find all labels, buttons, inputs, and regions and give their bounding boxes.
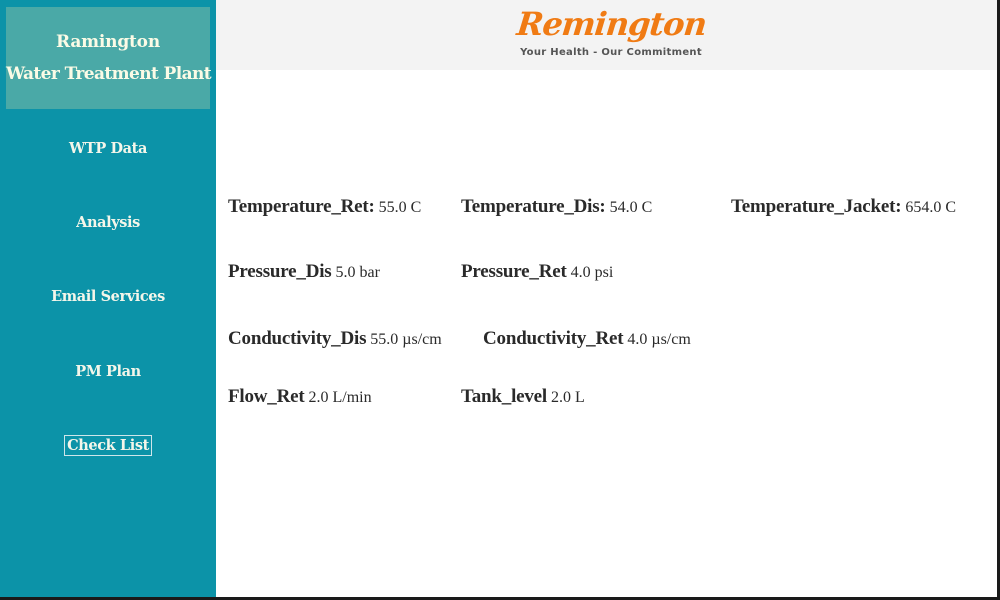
reading-label: Pressure_Dis [228, 261, 332, 282]
reading-value: 54.0 C [609, 199, 653, 216]
brand-title-line2: Water Treatment Plant [6, 64, 212, 84]
reading-value: 4.0 psi [570, 264, 614, 281]
reading-label: Flow_Ret [228, 386, 305, 407]
reading-value: 5.0 bar [335, 264, 380, 281]
header: Remington Your Health - Our Commitment [216, 0, 997, 70]
sidebar-item-analysis[interactable]: Analysis [0, 213, 216, 232]
sidebar: Ramington Water Treatment Plant WTP Data… [0, 0, 216, 597]
reading-conductivity-dis: Conductivity_Dis 55.0 µs/cm [228, 328, 442, 350]
logo-wordmark: Remington [514, 5, 708, 43]
reading-value: 55.0 µs/cm [370, 331, 442, 348]
reading-temperature-dis: Temperature_Dis: 54.0 C [461, 196, 652, 218]
sidebar-item-email-services[interactable]: Email Services [0, 287, 216, 306]
reading-pressure-ret: Pressure_Ret 4.0 psi [461, 261, 613, 283]
reading-value: 55.0 C [378, 199, 422, 216]
reading-value: 2.0 L/min [308, 389, 372, 406]
reading-temperature-ret: Temperature_Ret: 55.0 C [228, 196, 421, 218]
sidebar-item-label: WTP Data [69, 140, 147, 157]
reading-label: Pressure_Ret [461, 261, 567, 282]
brand-title-line1: Ramington [56, 32, 160, 52]
sidebar-item-pm-plan[interactable]: PM Plan [0, 362, 216, 381]
reading-label: Conductivity_Dis [228, 328, 367, 349]
reading-temperature-jacket: Temperature_Jacket: 654.0 C [731, 196, 956, 218]
readings-panel: Temperature_Ret: 55.0 C Temperature_Dis:… [216, 70, 997, 597]
sidebar-item-label: PM Plan [75, 363, 141, 380]
sidebar-item-wtp-data[interactable]: WTP Data [0, 139, 216, 158]
sidebar-item-label: Email Services [51, 288, 165, 305]
reading-conductivity-ret: Conductivity_Ret 4.0 µs/cm [483, 328, 691, 350]
sidebar-item-label: Analysis [76, 214, 140, 231]
reading-label: Temperature_Jacket: [731, 196, 902, 217]
reading-label: Tank_level [461, 386, 547, 407]
reading-value: 654.0 C [905, 199, 956, 216]
reading-value: 4.0 µs/cm [627, 331, 691, 348]
reading-label: Temperature_Ret: [228, 196, 375, 217]
reading-label: Temperature_Dis: [461, 196, 606, 217]
app-window: Ramington Water Treatment Plant WTP Data… [0, 0, 997, 597]
company-logo: Remington Your Health - Our Commitment [514, 4, 708, 58]
reading-label: Conductivity_Ret [483, 328, 624, 349]
reading-pressure-dis: Pressure_Dis 5.0 bar [228, 261, 380, 283]
sidebar-item-check-list[interactable]: Check List [0, 435, 216, 456]
reading-value: 2.0 L [551, 389, 585, 406]
logo-tagline: Your Health - Our Commitment [520, 47, 702, 58]
reading-tank-level: Tank_level 2.0 L [461, 386, 585, 408]
reading-flow-ret: Flow_Ret 2.0 L/min [228, 386, 372, 408]
brand-title: Ramington Water Treatment Plant [6, 7, 212, 109]
sidebar-item-label: Check List [64, 435, 152, 456]
